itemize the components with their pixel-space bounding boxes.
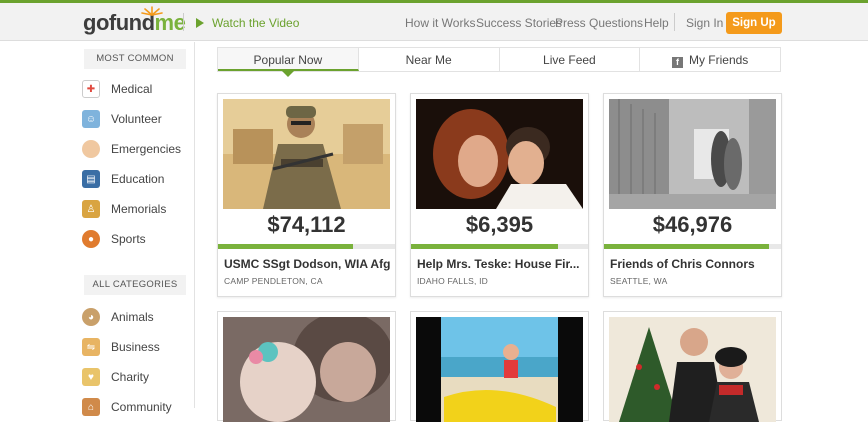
category-label: Animals [111, 310, 154, 324]
watch-video-label: Watch the Video [212, 16, 300, 30]
category-label: Sports [111, 232, 146, 246]
logo-sun-icon [141, 6, 163, 16]
campaign-title[interactable]: USMC SSgt Dodson, WIA Afg [224, 257, 392, 271]
amount-raised: $46,976 [652, 212, 733, 237]
category-medical[interactable]: ✚ Medical [82, 80, 152, 98]
campaign-card[interactable]: $6,395 Help Mrs. Teske: House Fir... IDA… [410, 93, 589, 297]
hallway-photo [609, 99, 776, 209]
first-aid-icon: ✚ [82, 80, 100, 98]
logo-go: go [83, 10, 109, 35]
campaign-title[interactable]: Friends of Chris Connors [610, 257, 778, 271]
campaign-card[interactable] [217, 311, 396, 422]
category-label: Education [111, 172, 165, 186]
progress-fill [218, 244, 353, 249]
handshake-icon: ⇋ [82, 338, 100, 356]
volunteer-icon: ☺ [82, 110, 100, 128]
header-divider [674, 13, 675, 31]
category-label: Memorials [111, 202, 167, 216]
category-volunteer[interactable]: ☺ Volunteer [82, 110, 162, 128]
couple-photo [416, 99, 583, 209]
book-icon: ▤ [82, 170, 100, 188]
progress-bar [218, 244, 395, 249]
most-common-heading: MOST COMMON [84, 49, 186, 69]
baby-photo [223, 317, 390, 422]
progress-fill [411, 244, 558, 249]
sign-up-button[interactable]: Sign Up [726, 12, 782, 34]
ball-icon: ● [82, 230, 100, 248]
campaign-photo[interactable] [223, 99, 390, 209]
category-label: Volunteer [111, 112, 162, 126]
beach-kayak-photo [416, 317, 583, 422]
category-label: Community [111, 400, 172, 414]
campaign-location: CAMP PENDLETON, CA [224, 276, 323, 286]
sign-in-link[interactable]: Sign In [686, 16, 723, 30]
category-education[interactable]: ▤ Education [82, 170, 164, 188]
campaign-photo[interactable] [223, 317, 390, 422]
gofundme-logo[interactable]: gofundme [83, 6, 186, 36]
campaign-location: SEATTLE, WA [610, 276, 668, 286]
category-label: Charity [111, 370, 150, 384]
community-icon: ⌂ [82, 398, 100, 416]
nav-help[interactable]: Help [644, 16, 669, 30]
category-business[interactable]: ⇋ Business [82, 338, 160, 356]
play-icon [196, 18, 204, 28]
category-label: Business [111, 340, 160, 354]
campaign-photo[interactable] [416, 99, 583, 209]
nav-how-it-works[interactable]: How it Works [405, 16, 475, 30]
category-label: Emergencies [111, 142, 182, 156]
campaign-card[interactable]: $46,976 Friends of Chris Connors SEATTLE… [603, 93, 782, 297]
soldier-photo [223, 99, 390, 209]
nav-questions[interactable]: Questions [589, 16, 643, 30]
campaign-location: IDAHO FALLS, ID [417, 276, 489, 286]
category-community[interactable]: ⌂ Community [82, 398, 172, 416]
campaign-card[interactable] [603, 311, 782, 422]
header-divider [183, 13, 184, 31]
campaign-tabs: Popular Now Near Me Live Feed f My Friend… [217, 47, 781, 77]
dog-icon: ◕ [82, 308, 100, 326]
tab-live-feed[interactable]: Live Feed [500, 48, 641, 71]
tab-near-me[interactable]: Near Me [359, 48, 500, 71]
progress-fill [604, 244, 769, 249]
memorial-icon: ♙ [82, 200, 100, 218]
tab-my-friends-label: My Friends [688, 53, 749, 67]
all-categories-heading: ALL CATEGORIES [84, 275, 186, 295]
facebook-icon: f [671, 57, 683, 68]
couple-christmas-photo [609, 317, 776, 422]
category-animals[interactable]: ◕ Animals [82, 308, 154, 326]
category-emergencies[interactable]: Emergencies [82, 140, 181, 158]
tab-my-friends[interactable]: f My Friends [640, 48, 780, 71]
campaign-card[interactable] [410, 311, 589, 422]
progress-bar [411, 244, 588, 249]
category-memorials[interactable]: ♙ Memorials [82, 200, 166, 218]
campaign-photo[interactable] [609, 99, 776, 209]
category-charity[interactable]: ♥ Charity [82, 368, 149, 386]
campaign-title[interactable]: Help Mrs. Teske: House Fir... [417, 257, 585, 271]
amount-raised: $74,112 [267, 212, 346, 237]
nav-press[interactable]: Press [555, 16, 586, 30]
charity-icon: ♥ [82, 368, 100, 386]
amount-raised: $6,395 [465, 212, 534, 237]
category-sidebar: MOST COMMON ✚ Medical ☺ Volunteer Emerge… [0, 42, 195, 416]
tab-popular-now[interactable]: Popular Now [218, 48, 359, 77]
watch-video-link[interactable]: Watch the Video [196, 16, 299, 30]
campaign-card[interactable]: $74,112 USMC SSgt Dodson, WIA Afg CAMP P… [217, 93, 396, 297]
campaign-photo[interactable] [609, 317, 776, 422]
category-label: Medical [111, 82, 153, 96]
category-sports[interactable]: ● Sports [82, 230, 146, 248]
nav-success-stories[interactable]: Success Stories [476, 16, 562, 30]
site-header: gofundme Watch the Video How it Works Su… [0, 3, 868, 41]
campaign-photo[interactable] [416, 317, 583, 422]
progress-bar [604, 244, 781, 249]
bandage-icon [82, 140, 100, 158]
